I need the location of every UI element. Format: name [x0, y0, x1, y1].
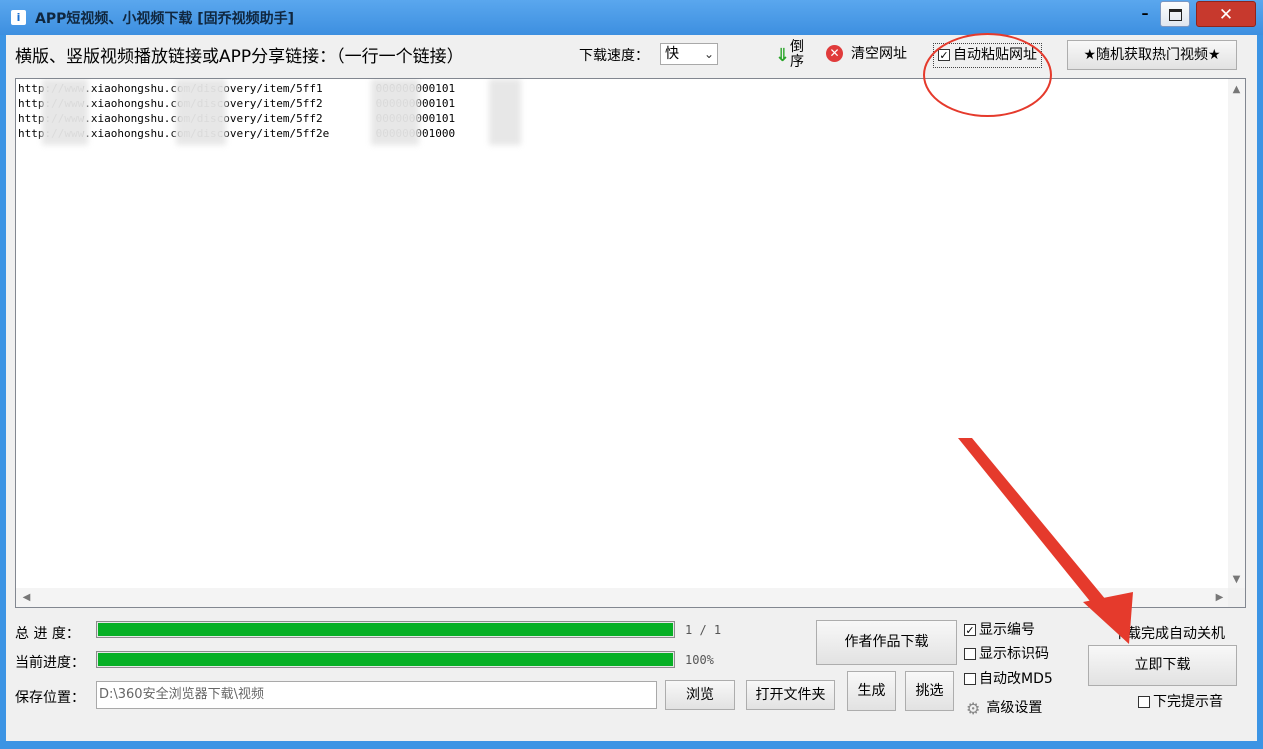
- show-number-label: 显示编号: [979, 622, 1035, 638]
- advanced-settings-button[interactable]: ⚙ 高级设置: [966, 697, 1042, 718]
- total-progress-fill: [98, 623, 673, 636]
- download-now-button[interactable]: 立即下载: [1088, 645, 1237, 686]
- scroll-right-icon[interactable]: ▶: [1211, 588, 1228, 607]
- auto-md5-check[interactable]: [964, 673, 976, 685]
- current-progress-bar: [96, 651, 675, 668]
- auto-paste-checkbox[interactable]: ✓ 自动粘贴网址: [933, 43, 1042, 68]
- clear-urls-button[interactable]: ✕ 清空网址: [826, 43, 907, 65]
- chevron-down-icon: ⌄: [703, 47, 714, 61]
- scroll-up-icon[interactable]: ▲: [1228, 81, 1245, 98]
- auto-paste-check[interactable]: ✓: [938, 49, 950, 62]
- current-progress-text: 100%: [685, 653, 714, 667]
- random-hot-video-button[interactable]: ★随机获取热门视频★: [1067, 40, 1237, 70]
- minimize-button[interactable]: –: [1133, 1, 1157, 27]
- done-sound-label: 下完提示音: [1153, 694, 1223, 710]
- clear-icon: ✕: [826, 45, 843, 62]
- open-folder-button[interactable]: 打开文件夹: [746, 680, 835, 710]
- down-arrow-icon: ⇓: [775, 45, 791, 66]
- scroll-left-icon[interactable]: ◀: [18, 588, 35, 607]
- generate-button[interactable]: 生成: [847, 671, 896, 711]
- show-id-label: 显示标识码: [979, 646, 1049, 662]
- gear-icon: ⚙: [966, 698, 981, 718]
- total-progress-label: 总 进 度：: [15, 626, 80, 642]
- clear-urls-label: 清空网址: [851, 46, 907, 62]
- vertical-scrollbar[interactable]: ▲ ▼: [1228, 79, 1245, 588]
- browse-button[interactable]: 浏览: [665, 680, 735, 710]
- save-path-field[interactable]: D:\360安全浏览器下载\视频: [96, 681, 657, 709]
- privacy-blur: [176, 79, 226, 145]
- save-location-label: 保存位置：: [15, 690, 85, 706]
- total-progress-text: 1 / 1: [685, 623, 722, 637]
- reverse-order-button[interactable]: ⇓ 倒序: [772, 39, 808, 71]
- auto-paste-label: 自动粘贴网址: [953, 47, 1037, 63]
- privacy-blur: [489, 79, 521, 145]
- show-id-checkbox[interactable]: 显示标识码: [964, 643, 1049, 663]
- speed-label: 下载速度：: [579, 48, 649, 64]
- speed-select[interactable]: 快 ⌄: [660, 43, 718, 65]
- main-panel: 横版、竖版视频播放链接或APP分享链接：（一行一个链接） 下载速度： 快 ⌄ ⇓…: [6, 33, 1257, 741]
- show-id-check[interactable]: [964, 648, 976, 660]
- current-progress-label: 当前进度：: [15, 655, 85, 671]
- title-bar: i APP短视频、小视频下载 [固乔视频助手] – ✕: [0, 0, 1263, 35]
- show-number-checkbox[interactable]: ✓ 显示编号: [964, 619, 1035, 639]
- pick-button[interactable]: 挑选: [905, 671, 954, 711]
- auto-shutdown-label[interactable]: 下载完成自动关机: [1113, 623, 1225, 643]
- total-progress-bar: [96, 621, 675, 638]
- auto-md5-checkbox[interactable]: 自动改MD5: [964, 668, 1053, 688]
- author-works-download-button[interactable]: 作者作品下载: [816, 620, 957, 665]
- maximize-icon: [1168, 9, 1182, 21]
- app-icon: i: [11, 10, 26, 25]
- url-textarea[interactable]: http://www.xiaohongshu.com/discovery/ite…: [15, 78, 1246, 608]
- show-number-check[interactable]: ✓: [964, 624, 976, 637]
- current-progress-fill: [98, 653, 673, 666]
- privacy-blur: [371, 79, 419, 145]
- window-title: APP短视频、小视频下载 [固乔视频助手]: [35, 11, 295, 27]
- scroll-down-icon[interactable]: ▼: [1228, 571, 1245, 588]
- url-input-label: 横版、竖版视频播放链接或APP分享链接：（一行一个链接）: [15, 47, 464, 67]
- close-button[interactable]: ✕: [1196, 1, 1256, 27]
- reverse-order-label: 倒序: [790, 39, 804, 70]
- privacy-blur: [42, 79, 88, 145]
- advanced-settings-label: 高级设置: [986, 700, 1043, 716]
- horizontal-scrollbar[interactable]: ◀ ▶: [16, 588, 1228, 607]
- auto-md5-label: 自动改MD5: [979, 671, 1053, 687]
- speed-value: 快: [665, 46, 679, 62]
- done-sound-checkbox[interactable]: 下完提示音: [1138, 691, 1223, 711]
- done-sound-check[interactable]: [1138, 696, 1150, 708]
- maximize-button[interactable]: [1160, 1, 1190, 27]
- scrollbar-corner: [1228, 588, 1245, 607]
